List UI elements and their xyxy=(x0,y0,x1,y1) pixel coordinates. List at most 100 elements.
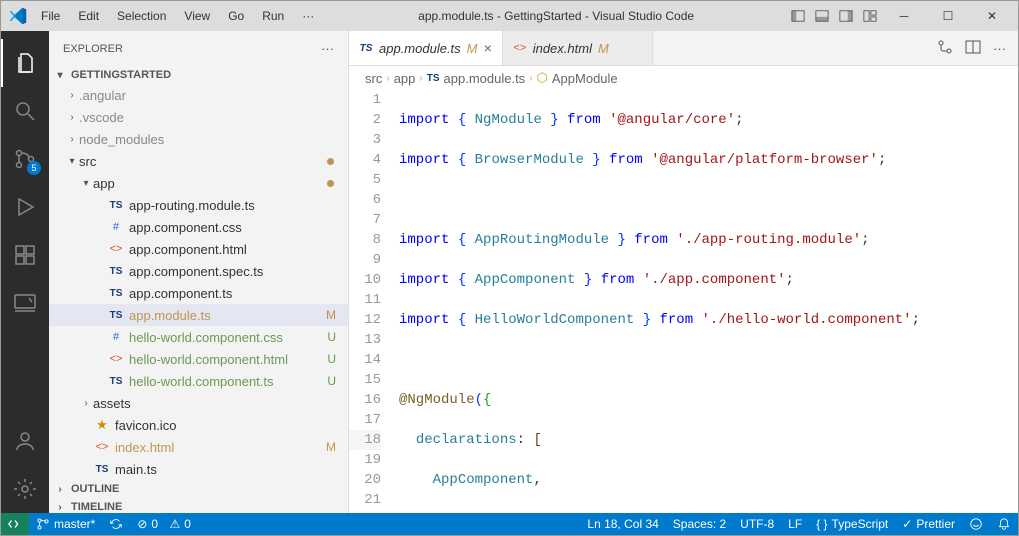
modified-dot-icon xyxy=(327,158,334,165)
titlebar-right: ─ ☐ ✕ xyxy=(790,2,1010,30)
ts-file-icon: TS xyxy=(107,200,125,211)
folder-vscode[interactable]: ›.vscode xyxy=(49,106,348,128)
status-branch[interactable]: master* xyxy=(29,513,102,535)
menu-go[interactable]: Go xyxy=(220,6,252,26)
file-index[interactable]: <>index.htmlM xyxy=(49,436,348,458)
tree-label: .vscode xyxy=(79,110,340,125)
close-icon[interactable]: × xyxy=(484,40,492,56)
menu-view[interactable]: View xyxy=(176,6,218,26)
maximize-button[interactable]: ☐ xyxy=(930,2,966,30)
folder-src[interactable]: ▾src xyxy=(49,150,348,172)
activity-remote[interactable] xyxy=(1,279,49,327)
modified-dot-icon xyxy=(327,180,334,187)
tree-label: hello-world.component.css xyxy=(129,330,327,345)
file-hw-html[interactable]: <>hello-world.component.htmlU xyxy=(49,348,348,370)
folder-node-modules[interactable]: ›node_modules xyxy=(49,128,348,150)
minimize-button[interactable]: ─ xyxy=(886,2,922,30)
toggle-panel-icon[interactable] xyxy=(814,8,830,24)
file-app-component[interactable]: TSapp.component.ts xyxy=(49,282,348,304)
folder-app[interactable]: ▾app xyxy=(49,172,348,194)
file-hw-ts[interactable]: TShello-world.component.tsU xyxy=(49,370,348,392)
statusbar: master* ⊘0 ⚠0 Ln 18, Col 34 Spaces: 2 UT… xyxy=(1,513,1018,535)
more-actions-icon[interactable]: ··· xyxy=(993,41,1006,56)
status-language[interactable]: { }TypeScript xyxy=(809,513,895,535)
code-body[interactable]: import { NgModule } from '@angular/core'… xyxy=(399,90,1018,513)
activity-explorer[interactable] xyxy=(1,39,49,87)
status-notifications[interactable] xyxy=(990,513,1018,535)
menu-run[interactable]: Run xyxy=(254,6,292,26)
status-cursor[interactable]: Ln 18, Col 34 xyxy=(580,513,665,535)
close-button[interactable]: ✕ xyxy=(974,2,1010,30)
line-gutter: 123456789101112131415161718192021 xyxy=(349,90,399,513)
sidebar-header: Explorer ··· xyxy=(49,31,348,66)
file-favicon[interactable]: ★ favicon.ico xyxy=(49,414,348,436)
status-problems[interactable]: ⊘0 ⚠0 xyxy=(130,513,198,535)
menubar: File Edit Selection View Go Run ··· xyxy=(33,6,322,26)
tree-label: src xyxy=(79,154,327,169)
status-encoding[interactable]: UTF-8 xyxy=(733,513,781,535)
ts-file-icon: TS xyxy=(427,73,440,84)
tree-label: .angular xyxy=(79,88,340,103)
activity-account[interactable] xyxy=(1,417,49,465)
split-editor-icon[interactable] xyxy=(965,39,981,58)
tree-label: app.component.css xyxy=(129,220,340,235)
explorer-root[interactable]: ▾GETTINGSTARTED xyxy=(49,66,348,84)
toggle-secondary-icon[interactable] xyxy=(838,8,854,24)
outline-section[interactable]: ›OUTLINE xyxy=(49,480,348,498)
tab-index-html[interactable]: <> index.html M xyxy=(503,31,653,65)
html-file-icon: <> xyxy=(93,441,111,453)
breadcrumb-item[interactable]: AppModule xyxy=(552,71,618,86)
breadcrumb-item[interactable]: app.module.ts xyxy=(444,71,526,86)
customize-layout-icon[interactable] xyxy=(862,8,878,24)
code-editor[interactable]: 123456789101112131415161718192021 import… xyxy=(349,90,1018,513)
tree-label: app.component.html xyxy=(129,242,340,257)
activity-debug[interactable] xyxy=(1,183,49,231)
status-feedback[interactable] xyxy=(962,513,990,535)
file-app-routing[interactable]: TSapp-routing.module.ts xyxy=(49,194,348,216)
html-file-icon: <> xyxy=(107,243,125,255)
status-remote[interactable] xyxy=(1,513,29,535)
timeline-section[interactable]: ›TIMELINE xyxy=(49,498,348,513)
file-main[interactable]: TSmain.ts xyxy=(49,458,348,480)
folder-assets[interactable]: ›assets xyxy=(49,392,348,414)
css-file-icon: # xyxy=(107,221,125,233)
menu-edit[interactable]: Edit xyxy=(70,6,107,26)
file-app-css[interactable]: # app.component.css xyxy=(49,216,348,238)
tree-label: favicon.ico xyxy=(115,418,340,433)
file-app-html[interactable]: <> app.component.html xyxy=(49,238,348,260)
status-eol[interactable]: LF xyxy=(781,513,809,535)
explorer-tree: ▾GETTINGSTARTED ›.angular ›.vscode ›node… xyxy=(49,66,348,513)
breadcrumbs[interactable]: src› app› TS app.module.ts› ⬡ AppModule xyxy=(349,66,1018,90)
prettier-label: Prettier xyxy=(916,517,955,531)
file-hw-css[interactable]: #hello-world.component.cssU xyxy=(49,326,348,348)
compare-changes-icon[interactable] xyxy=(937,39,953,58)
sidebar-more-icon[interactable]: ··· xyxy=(321,41,334,56)
favicon-icon: ★ xyxy=(93,417,111,433)
tree-label: app.module.ts xyxy=(129,308,326,323)
activity-settings[interactable] xyxy=(1,465,49,513)
menu-more[interactable]: ··· xyxy=(294,6,322,26)
sidebar-title: Explorer xyxy=(63,43,123,55)
ts-file-icon: TS xyxy=(107,376,125,387)
toggle-sidebar-icon[interactable] xyxy=(790,8,806,24)
branch-label: master* xyxy=(54,517,95,531)
tab-app-module[interactable]: TS app.module.ts M × xyxy=(349,31,503,65)
folder-angular[interactable]: ›.angular xyxy=(49,84,348,106)
activity-extensions[interactable] xyxy=(1,231,49,279)
breadcrumb-item[interactable]: app xyxy=(394,71,416,86)
menu-file[interactable]: File xyxy=(33,6,68,26)
status-sync[interactable] xyxy=(102,513,130,535)
activity-search[interactable] xyxy=(1,87,49,135)
breadcrumb-item[interactable]: src xyxy=(365,71,382,86)
file-app-spec[interactable]: TSapp.component.spec.ts xyxy=(49,260,348,282)
status-prettier[interactable]: ✓Prettier xyxy=(895,513,962,535)
menu-selection[interactable]: Selection xyxy=(109,6,174,26)
file-app-module[interactable]: TSapp.module.tsM xyxy=(49,304,348,326)
activity-scm[interactable]: 5 xyxy=(1,135,49,183)
tree-label: main.ts xyxy=(115,462,340,477)
tree-label: app.component.spec.ts xyxy=(129,264,340,279)
status-spaces[interactable]: Spaces: 2 xyxy=(666,513,733,535)
vscode-logo-icon xyxy=(9,7,27,25)
scm-badge: 5 xyxy=(27,161,41,175)
git-status-badge: M xyxy=(598,41,609,56)
